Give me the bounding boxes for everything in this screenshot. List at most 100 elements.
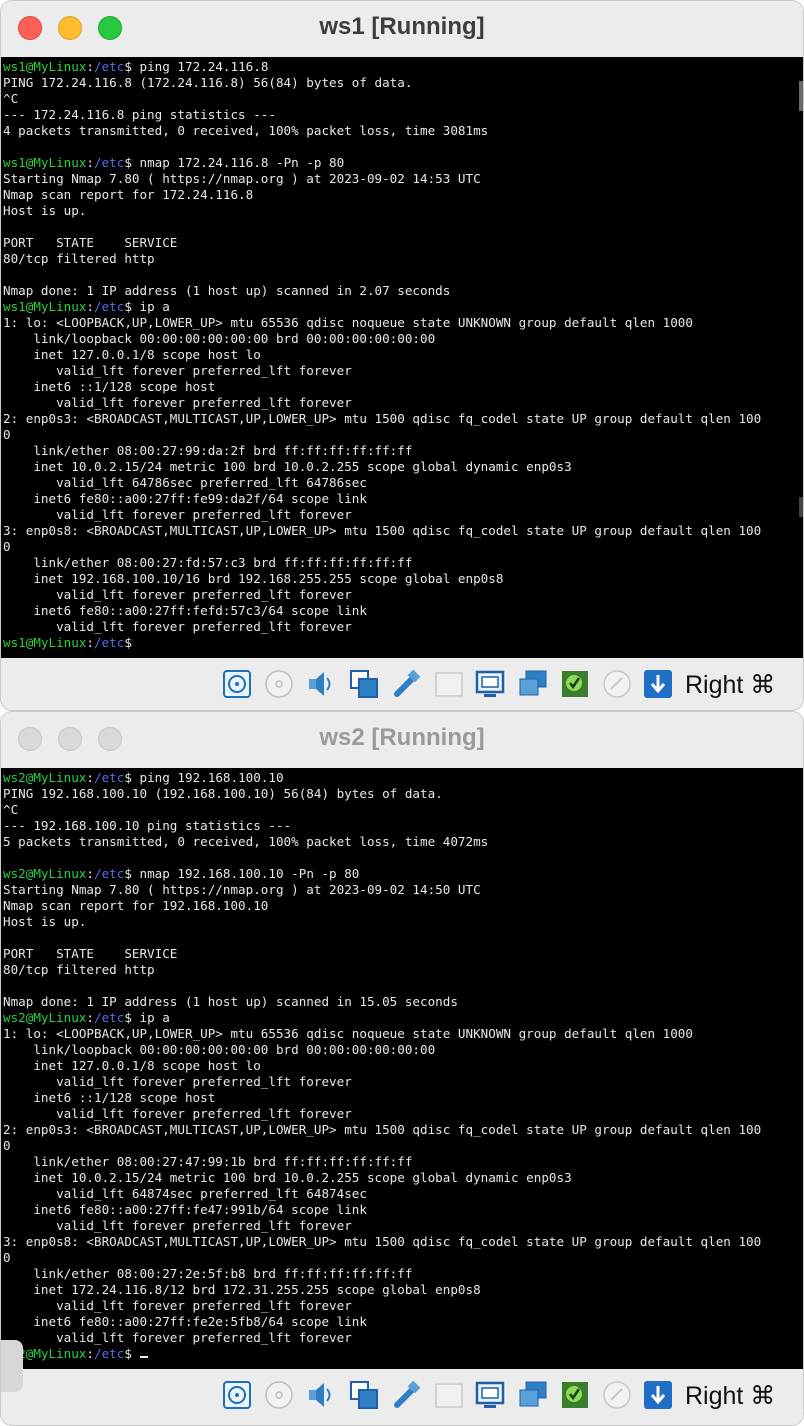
output-line: 4 packets transmitted, 0 received, 100% … — [3, 123, 489, 138]
vm-window-ws2: ws2 [Running] ws2@MyLinux:/etc$ ping 192… — [0, 711, 804, 1426]
shared-folder-icon[interactable] — [433, 668, 465, 700]
screen-capture-icon[interactable] — [517, 668, 549, 700]
network-icon[interactable] — [348, 668, 380, 700]
prompt-user: ws1@MyLinux — [3, 155, 87, 170]
host-key-label: Right ⌘ — [685, 671, 776, 699]
optical-drive-icon[interactable] — [263, 1379, 295, 1411]
output-line: valid_lft 64786sec preferred_lft 64786se… — [3, 475, 367, 490]
output-line: inet 127.0.0.1/8 scope host lo — [3, 347, 261, 362]
command-text: $ ip a — [124, 299, 170, 314]
output-line: PORT STATE SERVICE — [3, 946, 178, 961]
prompt-line: ws2@MyLinux:/etc$ — [3, 1346, 148, 1361]
prompt-user: ws2@MyLinux — [3, 770, 87, 785]
prompt-line: ws1@MyLinux:/etc$ ping 172.24.116.8 — [3, 59, 269, 74]
mouse-integration-icon[interactable] — [601, 668, 633, 700]
output-line: 0 — [3, 539, 11, 554]
scrollbar-thumb[interactable] — [799, 81, 803, 111]
prompt-dir: /etc — [94, 635, 125, 650]
optical-drive-icon[interactable] — [263, 668, 295, 700]
output-line: PING 192.168.100.10 (192.168.100.10) 56(… — [3, 786, 443, 801]
prompt-line: ws1@MyLinux:/etc$ — [3, 635, 140, 650]
audio-icon[interactable] — [305, 1379, 337, 1411]
output-line: inet 127.0.0.1/8 scope host lo — [3, 1058, 261, 1073]
recording-icon[interactable] — [559, 1379, 591, 1411]
host-key-arrow-icon[interactable] — [642, 1379, 674, 1411]
vm-window-ws1: ws1 [Running] ws1@MyLinux:/etc$ ping 172… — [0, 0, 804, 711]
output-line: 3: enp0s8: <BROADCAST,MULTICAST,UP,LOWER… — [3, 523, 762, 538]
prompt-line: ws2@MyLinux:/etc$ ip a — [3, 1010, 170, 1025]
output-line: 1: lo: <LOOPBACK,UP,LOWER_UP> mtu 65536 … — [3, 1026, 693, 1041]
display-icon[interactable] — [474, 1379, 506, 1411]
output-line: Nmap done: 1 IP address (1 host up) scan… — [3, 283, 451, 298]
command-text: $ nmap 172.24.116.8 -Pn -p 80 — [124, 155, 345, 170]
output-line: link/ether 08:00:27:47:99:1b brd ff:ff:f… — [3, 1154, 413, 1169]
screen-capture-icon[interactable] — [517, 1379, 549, 1411]
output-line: Nmap scan report for 172.24.116.8 — [3, 187, 254, 202]
output-line: valid_lft forever preferred_lft forever — [3, 1330, 352, 1345]
output-line: link/loopback 00:00:00:00:00:00 brd 00:0… — [3, 331, 436, 346]
shared-folder-icon[interactable] — [433, 1379, 465, 1411]
output-line: Nmap done: 1 IP address (1 host up) scan… — [3, 994, 458, 1009]
output-line: inet 10.0.2.15/24 metric 100 brd 10.0.2.… — [3, 1170, 572, 1185]
prompt-user: ws1@MyLinux — [3, 635, 87, 650]
resize-handle[interactable] — [1, 1340, 23, 1392]
command-text: $ ping 192.168.100.10 — [124, 770, 284, 785]
output-line: link/ether 08:00:27:99:da:2f brd ff:ff:f… — [3, 443, 413, 458]
hard-disk-icon[interactable] — [221, 668, 253, 700]
output-line: 2: enp0s3: <BROADCAST,MULTICAST,UP,LOWER… — [3, 411, 762, 426]
vm-status-bar: Right ⌘ — [1, 1369, 803, 1423]
window-title: ws2 [Running] — [319, 724, 485, 751]
output-line: 80/tcp filtered http — [3, 251, 155, 266]
recording-icon[interactable] — [559, 668, 591, 700]
prompt-dir: /etc — [94, 866, 125, 881]
audio-icon[interactable] — [305, 668, 337, 700]
output-line: 1: lo: <LOOPBACK,UP,LOWER_UP> mtu 65536 … — [3, 315, 693, 330]
output-line: Nmap scan report for 192.168.100.10 — [3, 898, 269, 913]
output-line: ^C — [3, 802, 19, 817]
output-line: inet 10.0.2.15/24 metric 100 brd 10.0.2.… — [3, 459, 572, 474]
output-line: inet6 fe80::a00:27ff:fe2e:5fb8/64 scope … — [3, 1314, 367, 1329]
prompt-user: ws1@MyLinux — [3, 59, 87, 74]
output-line: valid_lft forever preferred_lft forever — [3, 1074, 352, 1089]
output-line: 0 — [3, 1138, 11, 1153]
prompt-line: ws1@MyLinux:/etc$ ip a — [3, 299, 170, 314]
prompt-dir: /etc — [94, 155, 125, 170]
command-text: $ — [124, 1346, 140, 1361]
output-line: 2: enp0s3: <BROADCAST,MULTICAST,UP,LOWER… — [3, 1122, 762, 1137]
scrollbar-marker — [799, 497, 803, 517]
command-text: $ ping 172.24.116.8 — [124, 59, 269, 74]
output-line: inet6 ::1/128 scope host — [3, 1090, 216, 1105]
output-line: 0 — [3, 427, 11, 442]
prompt-line: ws1@MyLinux:/etc$ nmap 172.24.116.8 -Pn … — [3, 155, 345, 170]
output-line: 0 — [3, 1250, 11, 1265]
output-line: Host is up. — [3, 203, 87, 218]
output-line: link/loopback 00:00:00:00:00:00 brd 00:0… — [3, 1042, 436, 1057]
command-text: $ — [124, 635, 140, 650]
prompt-dir: /etc — [94, 299, 125, 314]
display-icon[interactable] — [474, 668, 506, 700]
output-line: inet 172.24.116.8/12 brd 172.31.255.255 … — [3, 1282, 481, 1297]
prompt-user: ws1@MyLinux — [3, 299, 87, 314]
terminal-screen[interactable]: ws1@MyLinux:/etc$ ping 172.24.116.8 PING… — [1, 57, 803, 658]
output-line: valid_lft forever preferred_lft forever — [3, 363, 352, 378]
output-line: valid_lft forever preferred_lft forever — [3, 619, 352, 634]
network-icon[interactable] — [348, 1379, 380, 1411]
prompt-line: ws2@MyLinux:/etc$ nmap 192.168.100.10 -P… — [3, 866, 360, 881]
command-text: $ nmap 192.168.100.10 -Pn -p 80 — [124, 866, 360, 881]
window-title: ws1 [Running] — [319, 13, 485, 40]
terminal-output: ws1@MyLinux:/etc$ ping 172.24.116.8 PING… — [1, 57, 803, 651]
terminal-screen[interactable]: ws2@MyLinux:/etc$ ping 192.168.100.10 PI… — [1, 768, 803, 1369]
prompt-user: ws2@MyLinux — [3, 1010, 87, 1025]
prompt-user: ws2@MyLinux — [3, 866, 87, 881]
mouse-integration-icon[interactable] — [601, 1379, 633, 1411]
usb-icon[interactable] — [391, 1379, 423, 1411]
host-key-arrow-icon[interactable] — [642, 668, 674, 700]
hard-disk-icon[interactable] — [221, 1379, 253, 1411]
usb-icon[interactable] — [391, 668, 423, 700]
output-line: valid_lft forever preferred_lft forever — [3, 507, 352, 522]
title-bar[interactable]: ws2 [Running] — [1, 712, 803, 768]
title-bar[interactable]: ws1 [Running] — [1, 1, 803, 57]
output-line: --- 192.168.100.10 ping statistics --- — [3, 818, 292, 833]
output-line: --- 172.24.116.8 ping statistics --- — [3, 107, 276, 122]
host-key-label: Right ⌘ — [685, 1382, 776, 1410]
